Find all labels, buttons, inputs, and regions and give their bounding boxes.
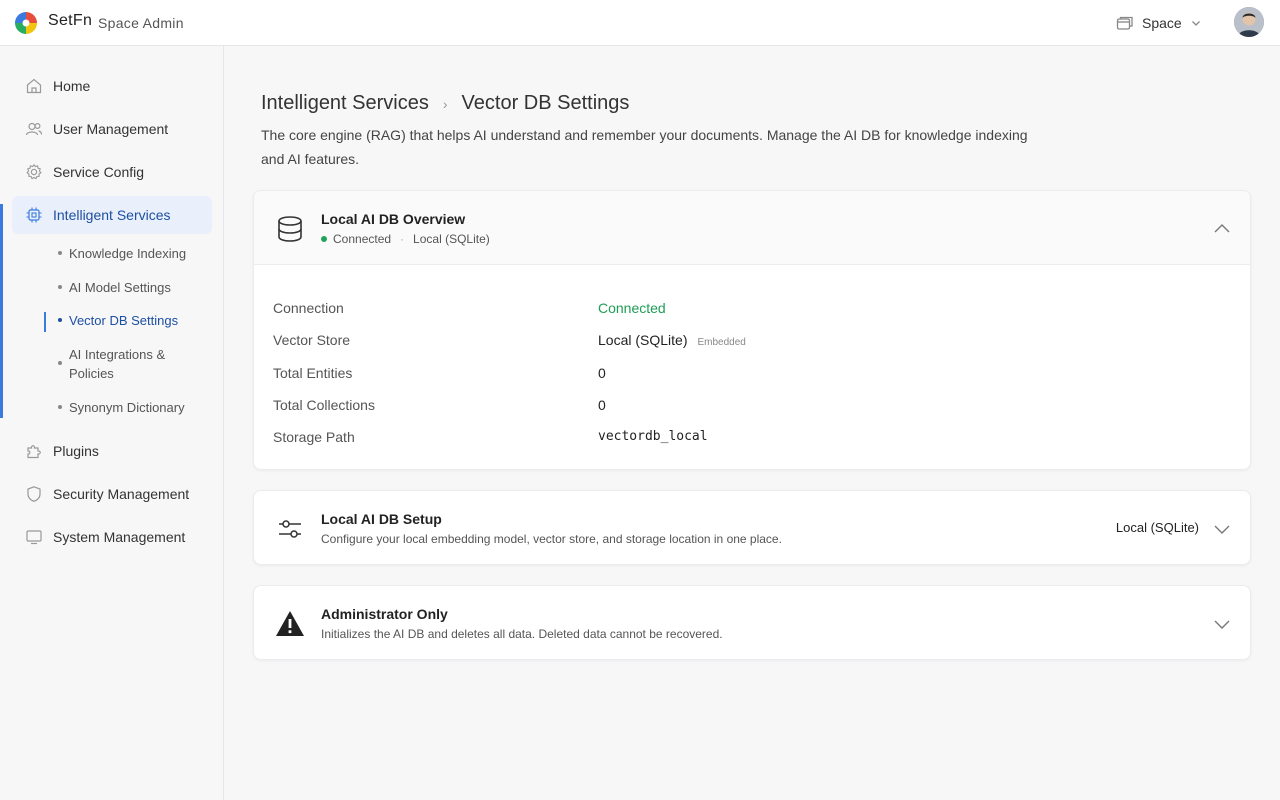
sidebar-active-indicator <box>0 204 3 418</box>
overview-card: Local AI DB Overview Connected · Local (… <box>253 190 1251 470</box>
total-entities-label: Total Entities <box>273 365 353 381</box>
database-icon <box>278 216 302 242</box>
bullet-dot <box>58 285 62 289</box>
breadcrumb-current: Vector DB Settings <box>461 92 630 114</box>
sidebar-item-label: Plugins <box>53 443 99 459</box>
warning-icon <box>276 611 304 636</box>
space-label: Space <box>1142 15 1182 31</box>
app-logo-icon[interactable] <box>14 11 38 35</box>
sidebar-item-label: Service Config <box>53 164 145 180</box>
sidebar-subitem-label: Synonym Dictionary <box>69 400 185 415</box>
bullet-dot <box>58 318 62 322</box>
users-icon <box>25 122 43 136</box>
sidebar-item-label: Intelligent Services <box>53 207 171 223</box>
sidebar-item-label: Home <box>53 78 91 94</box>
total-entities-value: 0 <box>598 365 606 381</box>
sidebar-subitem-ai-integrations[interactable]: AI Integrations & Policies <box>58 345 178 383</box>
vector-store-label: Vector Store <box>273 332 351 348</box>
status-badge: Connected <box>333 232 392 246</box>
avatar[interactable] <box>1234 7 1264 37</box>
user-avatar-icon <box>1234 7 1264 37</box>
sliders-icon <box>279 520 301 538</box>
home-icon <box>26 78 42 94</box>
chevron-down-icon[interactable] <box>1212 519 1232 539</box>
sidebar-subitem-knowledge-indexing[interactable]: Knowledge Indexing <box>58 244 208 263</box>
shield-icon <box>27 486 41 502</box>
total-collections-label: Total Collections <box>273 397 375 413</box>
puzzle-icon <box>27 445 41 459</box>
sidebar-item-home[interactable]: Home <box>12 67 212 105</box>
sidebar-subitem-label: AI Model Settings <box>69 280 171 295</box>
overview-status-line: Connected · Local (SQLite) <box>321 232 490 246</box>
status-separator: · <box>400 232 405 246</box>
admin-card-header[interactable]: Administrator Only Initializes the AI DB… <box>254 586 1250 660</box>
sidebar-subitem-ai-model-settings[interactable]: AI Model Settings <box>58 278 208 297</box>
storage-path-label: Storage Path <box>273 429 355 445</box>
monitor-icon <box>26 530 42 545</box>
total-collections-value: 0 <box>598 397 606 413</box>
subitem-active-indicator <box>44 312 46 332</box>
setup-card-header[interactable]: Local AI DB Setup Configure your local e… <box>254 491 1250 565</box>
sidebar-subitem-label: Vector DB Settings <box>69 313 179 328</box>
chevron-down-icon <box>1191 21 1200 26</box>
space-switcher[interactable]: Space <box>1116 12 1202 34</box>
overview-card-header[interactable]: Local AI DB Overview Connected · Local (… <box>254 191 1250 265</box>
page-description: The core engine (RAG) that helps AI unde… <box>261 127 1028 167</box>
embedded-tag: Embedded <box>697 337 746 348</box>
storage-path-value: vectordb_local <box>598 429 708 444</box>
brand-subtitle: Space Admin <box>98 15 184 31</box>
sidebar-item-label: Security Management <box>53 486 190 502</box>
status-dot-icon <box>321 236 327 242</box>
sidebar-item-system-management[interactable]: System Management <box>12 518 212 556</box>
setup-title: Local AI DB Setup <box>321 511 442 527</box>
breadcrumb: Intelligent Services › Vector DB Setting… <box>261 92 629 115</box>
top-bar: SetFn Space Admin Space <box>0 0 1280 46</box>
sidebar-item-label: System Management <box>53 529 186 545</box>
setup-card[interactable]: Local AI DB Setup Configure your local e… <box>253 490 1251 565</box>
brand-name: SetFn <box>48 12 93 29</box>
sidebar-subitem-synonym-dictionary[interactable]: Synonym Dictionary <box>58 398 208 417</box>
gear-icon <box>26 163 42 180</box>
admin-subtitle: Initializes the AI DB and deletes all da… <box>321 627 723 641</box>
sidebar-item-plugins[interactable]: Plugins <box>12 432 212 470</box>
sidebar-subitem-label: Knowledge Indexing <box>69 246 187 261</box>
chevron-up-icon[interactable] <box>1212 219 1232 239</box>
chip-icon <box>26 207 42 223</box>
vector-store-value-row: Local (SQLite) Embedded <box>598 332 746 348</box>
sidebar-item-intelligent-services[interactable]: Intelligent Services <box>12 196 212 234</box>
sidebar-item-user-management[interactable]: User Management <box>12 110 212 148</box>
admin-card[interactable]: Administrator Only Initializes the AI DB… <box>253 585 1251 660</box>
vector-store-value: Local (SQLite) <box>598 332 688 348</box>
admin-title: Administrator Only <box>321 606 448 622</box>
chevron-down-icon[interactable] <box>1212 614 1232 634</box>
bullet-dot <box>58 361 62 365</box>
breadcrumb-separator: › <box>442 95 448 112</box>
sidebar-item-service-config[interactable]: Service Config <box>12 153 212 191</box>
store-badge: Local (SQLite) <box>413 232 490 246</box>
sidebar-subitem-label: AI Integrations & Policies <box>69 347 166 381</box>
connection-label: Connection <box>273 300 344 316</box>
bullet-dot <box>58 405 62 409</box>
setup-current-value: Local (SQLite) <box>1115 520 1199 535</box>
sidebar: Home User Management Service Config Inte… <box>0 46 224 800</box>
setup-subtitle: Configure your local embedding model, ve… <box>321 532 782 546</box>
breadcrumb-parent[interactable]: Intelligent Services <box>261 92 429 115</box>
connection-value: Connected <box>598 300 666 316</box>
bullet-dot <box>58 251 62 255</box>
window-stack-icon <box>1116 16 1133 30</box>
sidebar-item-security-management[interactable]: Security Management <box>12 475 212 513</box>
overview-title: Local AI DB Overview <box>321 211 466 227</box>
sidebar-item-label: User Management <box>53 121 169 137</box>
sidebar-subitem-vector-db-settings[interactable]: Vector DB Settings <box>58 311 208 330</box>
